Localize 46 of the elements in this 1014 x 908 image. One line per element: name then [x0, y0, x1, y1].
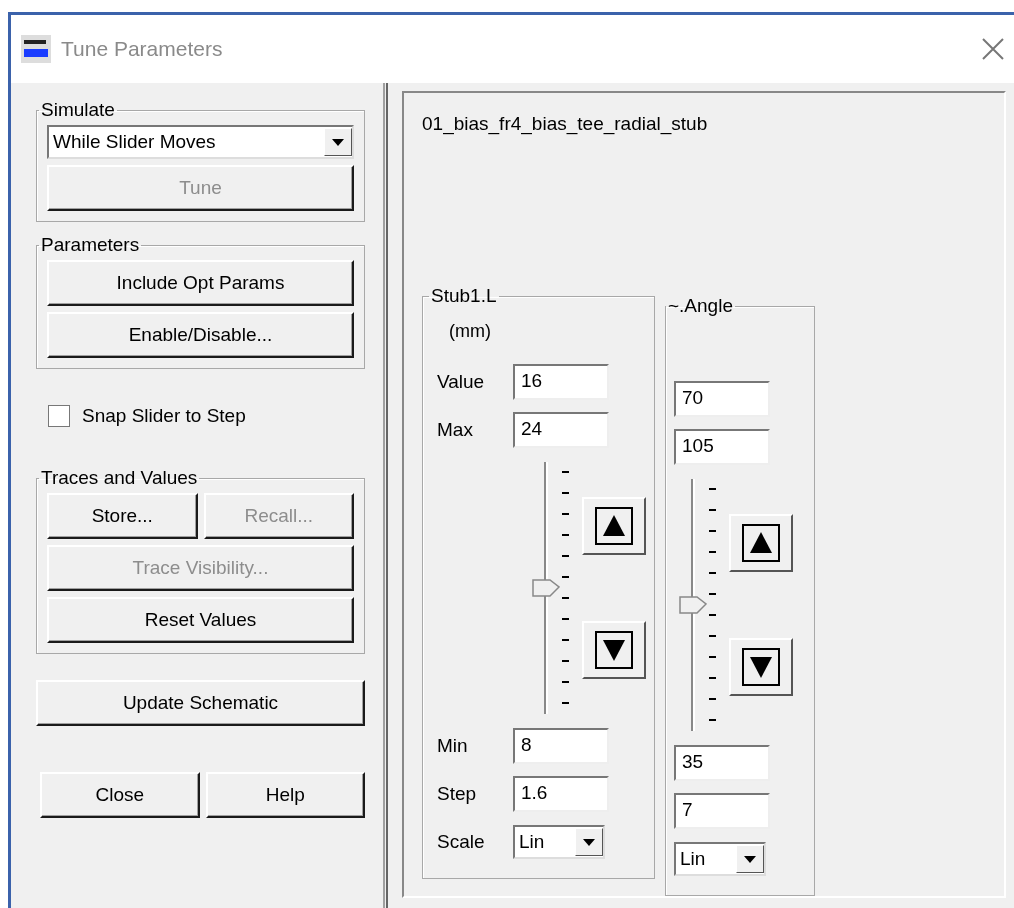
trace-button[interactable]: Reset Values	[47, 597, 354, 643]
checkbox-label: Snap Slider to Step	[82, 405, 246, 427]
slider[interactable]	[531, 462, 561, 714]
parameter-title: Stub1.L	[430, 285, 498, 307]
field-label: Scale	[437, 831, 486, 853]
input-field[interactable]: 70	[674, 381, 770, 417]
parameter-title: ~.Angle	[667, 295, 734, 317]
input-field[interactable]: 105	[674, 429, 770, 465]
field-label: Max	[437, 419, 474, 441]
footer-button[interactable]: Close	[40, 772, 200, 818]
footer-button[interactable]: Help	[205, 772, 365, 818]
dropdown-caret-icon	[583, 838, 595, 846]
app-logo-icon	[21, 35, 51, 63]
update-schematic-button[interactable]: Update Schematic	[36, 680, 365, 726]
dropdown-caret-icon	[332, 138, 344, 146]
trace-button[interactable]: Store...	[47, 493, 198, 539]
increase-button[interactable]	[582, 497, 646, 555]
input-field[interactable]: 8	[513, 728, 609, 764]
close-icon[interactable]	[980, 36, 1006, 62]
checkbox[interactable]	[48, 405, 70, 427]
group-title: Traces and Values	[40, 467, 199, 489]
design-name: 01_bias_fr4_bias_tee_radial_stub	[422, 113, 709, 135]
unit-label: (mm)	[449, 321, 492, 342]
decrease-button[interactable]	[729, 638, 793, 696]
window-title: Tune Parameters	[61, 37, 224, 61]
input-field[interactable]: 7	[674, 793, 770, 829]
field-label: Step	[437, 783, 478, 805]
slider-thumb[interactable]	[679, 596, 707, 614]
simulate-dropdown[interactable]: While Slider Moves	[47, 125, 354, 159]
scale-dropdown[interactable]: Lin	[674, 842, 766, 876]
input-field[interactable]: 16	[513, 364, 609, 400]
field-label: Value	[437, 371, 486, 393]
group-title: Simulate	[40, 99, 116, 121]
slider[interactable]	[678, 479, 708, 731]
parameter-button[interactable]: Enable/Disable...	[47, 312, 354, 358]
slider-thumb[interactable]	[532, 579, 560, 597]
input-field[interactable]: 1.6	[513, 776, 609, 812]
parameter-button[interactable]: Include Opt Params	[47, 260, 354, 306]
group-title: Parameters	[40, 234, 141, 256]
scale-dropdown[interactable]: Lin	[513, 825, 605, 859]
field-label: Min	[437, 735, 469, 757]
increase-button[interactable]	[729, 514, 793, 572]
decrease-button[interactable]	[582, 621, 646, 679]
input-field[interactable]: 24	[513, 412, 609, 448]
dropdown-caret-icon	[744, 855, 756, 863]
input-field[interactable]: 35	[674, 745, 770, 781]
